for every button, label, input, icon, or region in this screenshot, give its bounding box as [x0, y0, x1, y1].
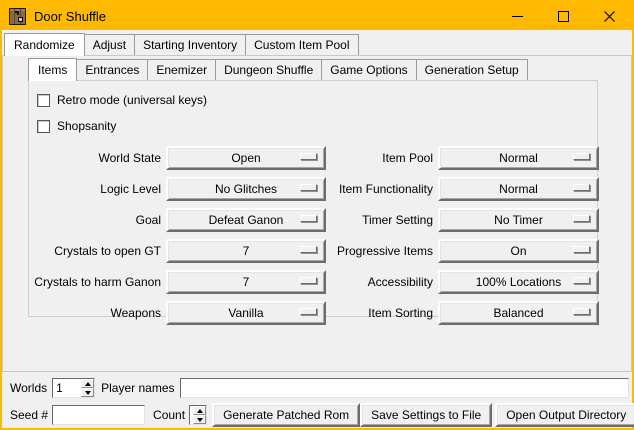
minimize-icon[interactable] [494, 2, 540, 30]
timer-setting-label: Timer Setting [331, 213, 433, 227]
item-sorting-label: Item Sorting [331, 306, 433, 320]
shopsanity-checkbox[interactable] [37, 120, 50, 133]
sub-tab-bar: Items Entrances Enemizer Dungeon Shuffle… [3, 56, 631, 80]
tab-starting-inventory[interactable]: Starting Inventory [134, 34, 246, 55]
retro-mode-checkbox[interactable] [37, 94, 50, 107]
dropdown-indicator-icon [573, 277, 590, 284]
dropdown-indicator-icon [300, 184, 317, 191]
spin-up-icon[interactable] [81, 379, 94, 388]
window-title: Door Shuffle [34, 9, 106, 24]
dropdown-indicator-icon [573, 153, 590, 160]
tab-game-options[interactable]: Game Options [321, 59, 416, 80]
goal-dropdown[interactable]: Defeat Ganon [166, 208, 326, 232]
title-bar: Door Shuffle [2, 2, 632, 30]
logic-level-label: Logic Level [29, 182, 161, 196]
dropdown-indicator-icon [300, 308, 317, 315]
item-functionality-label: Item Functionality [331, 182, 433, 196]
dropdown-indicator-icon [573, 184, 590, 191]
crystals-ganon-dropdown[interactable]: 7 [166, 270, 326, 294]
worlds-spinner[interactable] [52, 378, 95, 398]
worlds-input[interactable] [53, 379, 81, 397]
randomize-page: Items Entrances Enemizer Dungeon Shuffle… [2, 55, 632, 372]
logic-level-dropdown[interactable]: No Glitches [166, 177, 326, 201]
seed-row: Seed # Count Generate Patched Rom Save S… [10, 403, 629, 427]
worlds-row: Worlds Player names [10, 378, 629, 398]
dropdown-indicator-icon [300, 153, 317, 160]
tab-randomize[interactable]: Randomize [4, 33, 85, 56]
weapons-dropdown[interactable]: Vanilla [166, 301, 326, 325]
close-icon[interactable] [586, 2, 632, 30]
options-grid: World State Open Item Pool Normal Logic … [29, 146, 597, 325]
world-state-dropdown[interactable]: Open [166, 146, 326, 170]
worlds-spin-buttons [81, 379, 94, 397]
tab-enemizer[interactable]: Enemizer [147, 59, 216, 80]
count-label: Count [153, 408, 185, 422]
tab-dungeon-shuffle[interactable]: Dungeon Shuffle [215, 59, 322, 80]
accessibility-dropdown[interactable]: 100% Locations [438, 270, 599, 294]
item-functionality-dropdown[interactable]: Normal [438, 177, 599, 201]
tab-items[interactable]: Items [28, 58, 77, 81]
caption-buttons [494, 2, 632, 30]
progressive-items-dropdown[interactable]: On [438, 239, 599, 263]
worlds-label: Worlds [10, 381, 47, 395]
player-names-input[interactable] [180, 378, 630, 398]
crystals-gt-dropdown[interactable]: 7 [166, 239, 326, 263]
main-tab-bar: Randomize Adjust Starting Inventory Cust… [2, 30, 632, 55]
timer-setting-dropdown[interactable]: No Timer [438, 208, 599, 232]
shopsanity-label: Shopsanity [57, 119, 116, 133]
dropdown-indicator-icon [573, 308, 590, 315]
maximize-icon[interactable] [540, 2, 586, 30]
crystals-ganon-label: Crystals to harm Ganon [29, 275, 161, 289]
dropdown-indicator-icon [300, 215, 317, 222]
tab-custom-item-pool[interactable]: Custom Item Pool [245, 34, 358, 55]
tab-adjust[interactable]: Adjust [84, 34, 135, 55]
tab-generation-setup[interactable]: Generation Setup [416, 59, 528, 80]
spin-up-icon[interactable] [193, 406, 206, 415]
spin-down-icon[interactable] [81, 388, 94, 397]
accessibility-label: Accessibility [331, 275, 433, 289]
item-pool-label: Item Pool [331, 151, 433, 165]
shopsanity-row: Shopsanity [37, 119, 597, 133]
dropdown-indicator-icon [573, 246, 590, 253]
dropdown-indicator-icon [573, 215, 590, 222]
tab-entrances[interactable]: Entrances [76, 59, 148, 80]
goal-label: Goal [29, 213, 161, 227]
count-spinner[interactable] [189, 405, 207, 425]
seed-label: Seed # [10, 408, 48, 422]
bottom-bar: Worlds Player names Seed # Count [2, 372, 632, 428]
dropdown-indicator-icon [300, 277, 317, 284]
generate-patched-rom-button[interactable]: Generate Patched Rom [212, 403, 360, 427]
progressive-items-label: Progressive Items [331, 244, 433, 258]
weapons-label: Weapons [29, 306, 161, 320]
player-names-label: Player names [101, 381, 174, 395]
crystals-gt-label: Crystals to open GT [29, 244, 161, 258]
retro-mode-label: Retro mode (universal keys) [57, 93, 207, 107]
item-sorting-dropdown[interactable]: Balanced [438, 301, 599, 325]
dropdown-indicator-icon [300, 246, 317, 253]
save-settings-button[interactable]: Save Settings to File [360, 403, 492, 427]
open-output-directory-button[interactable]: Open Output Directory [495, 403, 634, 427]
item-pool-dropdown[interactable]: Normal [438, 146, 599, 170]
spin-down-icon[interactable] [193, 415, 206, 424]
world-state-label: World State [29, 151, 161, 165]
seed-input[interactable] [52, 405, 145, 425]
items-page: Retro mode (universal keys) Shopsanity W… [28, 80, 598, 317]
door-icon [9, 8, 26, 25]
retro-mode-row: Retro mode (universal keys) [37, 93, 597, 107]
count-spin-buttons [193, 406, 206, 424]
app-window: Door Shuffle Randomize Adjust Starting I… [0, 0, 634, 430]
